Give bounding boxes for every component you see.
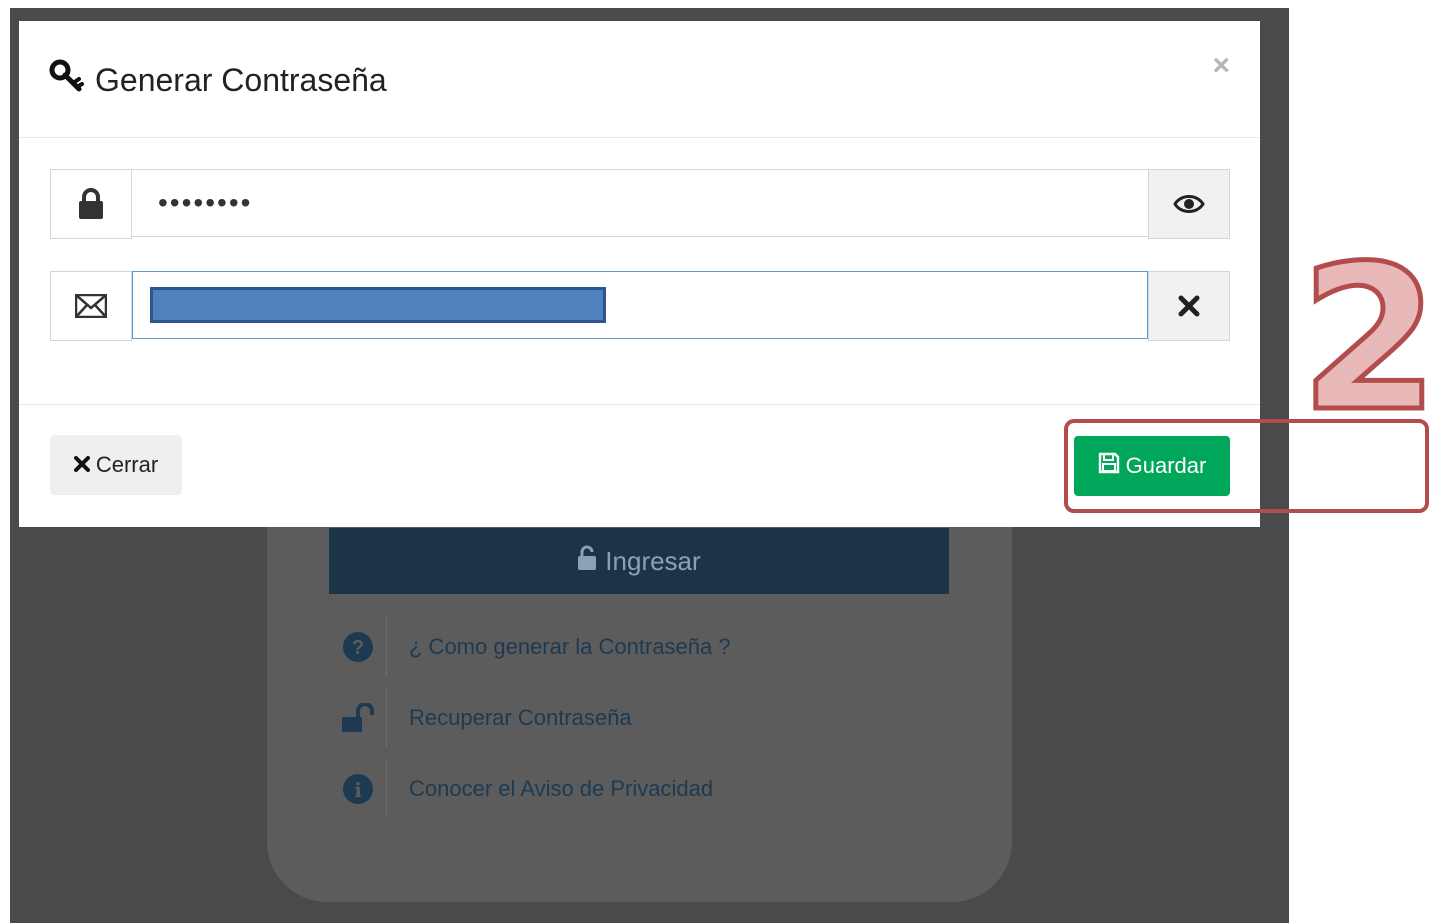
annotation-step-number: 2 — [1297, 223, 1433, 456]
close-icon[interactable]: × — [1212, 49, 1230, 83]
svg-text:i: i — [354, 778, 362, 802]
info-circle-icon: i — [330, 760, 387, 818]
modal-title-text: Generar Contraseña — [95, 61, 387, 98]
times-icon — [73, 452, 90, 478]
unlock-icon — [330, 689, 387, 747]
envelope-icon — [50, 271, 132, 341]
help-link-recover-password[interactable]: Recuperar Contraseña — [330, 689, 950, 747]
modal-header: Generar Contraseña × — [19, 21, 1260, 138]
modal-title: Generar Contraseña — [49, 59, 387, 101]
key-icon — [49, 59, 85, 101]
password-input-group: •••••••• — [50, 169, 1230, 239]
redacted-email-value — [150, 287, 606, 323]
unlock-icon — [577, 545, 597, 578]
question-circle-icon: ? — [330, 618, 387, 676]
close-button[interactable]: Cerrar — [50, 435, 182, 495]
login-button[interactable]: Ingresar — [329, 528, 949, 594]
close-button-label: Cerrar — [95, 452, 159, 477]
password-field[interactable]: •••••••• — [132, 169, 1148, 237]
times-icon[interactable] — [1148, 271, 1230, 341]
login-button-label: Ingresar — [605, 545, 701, 576]
email-field[interactable] — [132, 271, 1148, 339]
help-link-label[interactable]: Conocer el Aviso de Privacidad — [409, 776, 713, 802]
help-link-label[interactable]: Recuperar Contraseña — [409, 705, 632, 731]
email-input-group — [50, 271, 1230, 341]
eye-icon[interactable] — [1148, 169, 1230, 239]
help-link-privacy[interactable]: i Conocer el Aviso de Privacidad — [330, 760, 950, 818]
svg-text:?: ? — [352, 637, 364, 659]
password-value: •••••••• — [158, 187, 253, 218]
help-link-generate-password[interactable]: ? ¿ Como generar la Contraseña ? — [330, 618, 950, 676]
lock-icon — [50, 169, 132, 239]
help-link-label[interactable]: ¿ Como generar la Contraseña ? — [409, 634, 731, 660]
